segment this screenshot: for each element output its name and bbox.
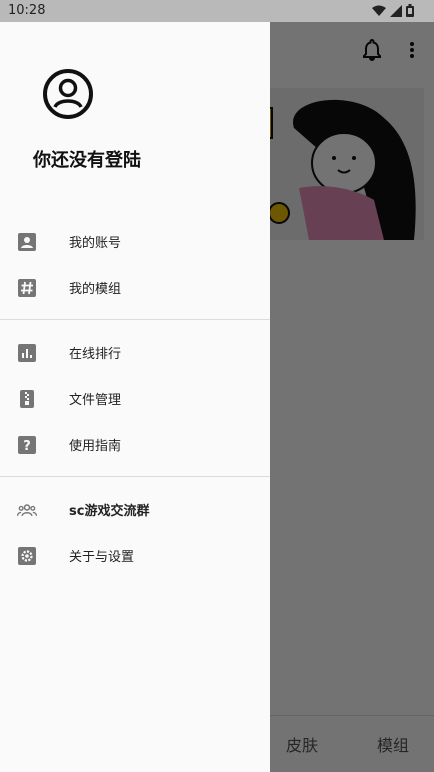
menu-label-user-guide: 使用指南 [69,439,122,454]
group-icon [17,500,37,520]
menu-item-online-ranking[interactable]: 在线排行 [0,329,270,375]
file-archive-icon [17,389,37,409]
menu-item-user-guide[interactable]: ? 使用指南 [0,421,270,467]
status-time: 10:28 [8,3,46,18]
svg-text:?: ? [23,439,31,454]
menu-item-game-group[interactable]: sc游戏交流群 [0,486,270,532]
menu-label-online-ranking: 在线排行 [69,347,122,362]
battery-icon [406,4,414,17]
menu-label-file-management: 文件管理 [69,393,122,408]
wifi-icon [372,5,386,16]
account-box-icon [17,232,37,252]
status-icons [372,4,414,17]
menu-label-game-group: sc游戏交流群 [69,504,150,519]
status-bar: 10:28 [0,0,434,22]
login-status-text[interactable]: 你还没有登陆 [33,146,141,172]
menu-item-account[interactable]: 我的账号 [0,218,270,264]
drawer-menu: 我的账号 我的模组 在线排行 文件管理 ? 使用指南 sc游戏交流群 关于与设置 [0,218,270,578]
menu-item-my-mods[interactable]: 我的模组 [0,264,270,310]
navigation-drawer: 你还没有登陆 我的账号 我的模组 在线排行 文件管理 ? 使用指南 sc游戏交流… [0,22,270,772]
drawer-header: 你还没有登陆 [0,22,270,202]
menu-label-my-mods: 我的模组 [69,282,122,297]
menu-item-about-settings[interactable]: 关于与设置 [0,532,270,578]
menu-label-account: 我的账号 [69,236,122,251]
ranking-chart-icon [17,343,37,363]
hash-icon [17,278,37,298]
menu-divider [0,319,270,320]
signal-icon [390,4,402,17]
menu-item-file-management[interactable]: 文件管理 [0,375,270,421]
settings-icon [17,546,37,566]
menu-divider [0,476,270,477]
account-circle-icon[interactable] [42,68,94,120]
menu-label-about-settings: 关于与设置 [69,550,135,565]
help-icon: ? [17,435,37,455]
